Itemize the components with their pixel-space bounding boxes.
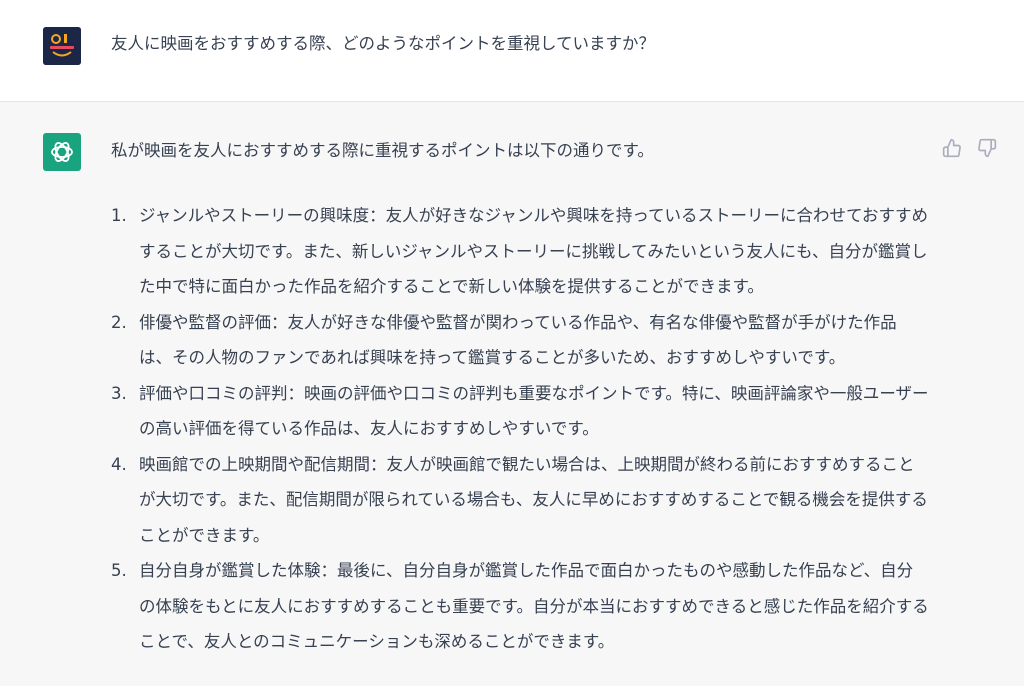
- list-item-number: 1.: [111, 206, 127, 225]
- user-message-text: 友人に映画をおすすめする際、どのようなポイントを重視していますか？: [111, 34, 656, 53]
- thumbs-down-icon[interactable]: [975, 136, 999, 160]
- list-item-text: 映画館での上映期間や配信期間：友人が映画館で観たい場合は、上映期間が終わる前にお…: [139, 454, 928, 545]
- list-item-number: 4.: [111, 454, 127, 474]
- list-item-text: ジャンルやストーリーの興味度：友人が好きなジャンルや興味を持っているストーリーに…: [139, 206, 929, 296]
- list-item: 1. ジャンルやストーリーの興味度：友人が好きなジャンルや興味を持っているストー…: [111, 198, 931, 305]
- assistant-intro-text: 私が映画を友人におすすめする際に重視するポイントは以下の通りです。: [111, 141, 654, 160]
- answer-list: 1. ジャンルやストーリーの興味度：友人が好きなジャンルや興味を持っているストー…: [111, 198, 931, 660]
- list-item: 5. 自分自身が鑑賞した体験：最後に、自分自身が鑑賞した作品で面白かったものや感…: [111, 553, 931, 660]
- list-item-number: 3.: [111, 383, 127, 403]
- list-item: 4. 映画館での上映期間や配信期間：友人が映画館で観たい場合は、上映期間が終わる…: [111, 447, 931, 554]
- list-item-number: 5.: [111, 561, 127, 580]
- chatgpt-logo-icon: [43, 133, 81, 171]
- user-message-row: 友人に映画をおすすめする際、どのようなポイントを重視していますか？: [0, 0, 1024, 102]
- ai-market-logo-icon: [43, 27, 81, 65]
- list-item-text: 自分自身が鑑賞した体験：最後に、自分自身が鑑賞した作品で面白かったものや感動した…: [139, 561, 929, 651]
- thumbs-up-icon[interactable]: [940, 136, 964, 160]
- list-item-number: 2.: [111, 312, 127, 332]
- list-item: 3. 評価や口コミの評判：映画の評価や口コミの評判も重要なポイントです。特に、映…: [111, 376, 931, 447]
- list-item-text: 俳優や監督の評価：友人が好きな俳優や監督が関わっている作品や、有名な俳優や監督が…: [139, 312, 897, 368]
- chat-page: 友人に映画をおすすめする際、どのようなポイントを重視していますか？ 私が映画を友…: [0, 0, 1024, 686]
- list-item: 2. 俳優や監督の評価：友人が好きな俳優や監督が関わっている作品や、有名な俳優や…: [111, 305, 931, 376]
- assistant-message-row: 私が映画を友人におすすめする際に重視するポイントは以下の通りです。 1. ジャン…: [0, 102, 1024, 686]
- list-item-text: 評価や口コミの評判：映画の評価や口コミの評判も重要なポイントです。特に、映画評論…: [139, 383, 929, 439]
